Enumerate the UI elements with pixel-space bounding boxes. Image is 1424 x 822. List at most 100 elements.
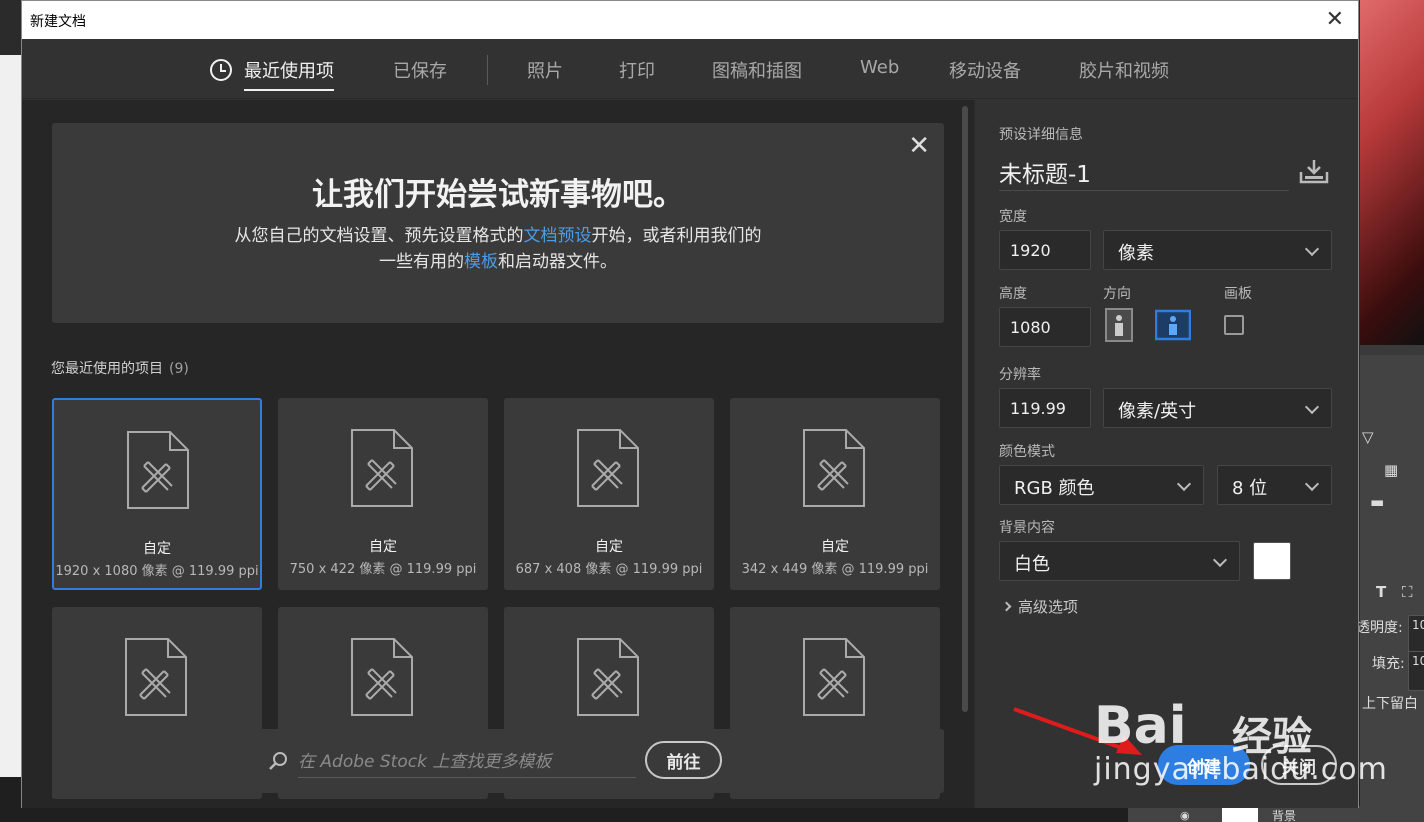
resolution-unit-select[interactable]: 像素/英寸	[1103, 388, 1332, 428]
document-preset-icon	[803, 429, 865, 507]
document-preset-icon	[351, 638, 413, 716]
recent-item-card[interactable]: 自定 342 x 449 像素 @ 119.99 ppi	[730, 398, 940, 590]
category-tabs: 最近使用项 已保存 照片 打印 图稿和插图 Web 移动设备 胶片和视频	[22, 39, 1358, 99]
resolution-unit-value: 像素/英寸	[1118, 401, 1197, 422]
gradient-swatch-icon[interactable]: ▬	[1370, 493, 1384, 511]
width-unit-select[interactable]: 像素	[1103, 230, 1332, 270]
tab-mobile[interactable]: 移动设备	[949, 57, 1021, 83]
preset-info: 750 x 422 像素 @ 119.99 ppi	[289, 562, 477, 577]
artboard-label: 画板	[1224, 286, 1252, 302]
chevron-down-icon	[1176, 476, 1192, 492]
preset-details-panel: 预设详细信息 未标题-1 宽度 1920 像素 高度 方向 画板 1080 分辨…	[974, 100, 1358, 808]
height-input[interactable]: 1080	[999, 307, 1091, 347]
document-presets-link[interactable]: 文档预设	[524, 226, 592, 246]
preset-name: 自定	[821, 539, 849, 555]
save-preset-icon[interactable]	[1299, 158, 1329, 184]
eye-icon[interactable]: ◉	[1180, 809, 1190, 822]
presets-area: ✕ 让我们开始尝试新事物吧。 从您自己的文档设置、预先设置格式的文档预设开始，或…	[22, 100, 974, 808]
banner-heading: 让我们开始尝试新事物吧。	[312, 177, 684, 213]
transform-icon[interactable]: ⛶	[1402, 583, 1413, 601]
background-contents-select[interactable]: 白色	[999, 541, 1240, 581]
chevron-down-icon	[1212, 552, 1228, 568]
text-tool-icon[interactable]: T	[1376, 583, 1386, 601]
orientation-label: 方向	[1103, 286, 1131, 302]
height-label: 高度	[999, 286, 1027, 302]
tab-recent[interactable]: 最近使用项	[244, 57, 334, 91]
new-document-dialog: 新建文档 ✕ 最近使用项 已保存 照片 打印 图稿和插图 Web 移动设备 胶片…	[21, 0, 1359, 808]
document-preset-icon	[577, 429, 639, 507]
landscape-orientation-icon[interactable]	[1155, 308, 1191, 342]
preset-name: 自定	[595, 539, 623, 555]
window-close-icon[interactable]: ✕	[1326, 7, 1344, 32]
background-contents-label: 背景内容	[999, 520, 1055, 536]
recent-item-card[interactable]: 自定 750 x 422 像素 @ 119.99 ppi	[278, 398, 488, 590]
layer-name: 背景	[1272, 809, 1297, 822]
stock-search-bar: 前往	[52, 729, 944, 793]
background-layer-row[interactable]: ◉ 背景	[1128, 806, 1360, 822]
banner-text: 和启动器文件。	[498, 252, 617, 272]
search-icon	[269, 752, 287, 770]
tab-saved[interactable]: 已保存	[393, 57, 447, 83]
window-title: 新建文档	[30, 14, 86, 30]
banner-text: 一些有用的	[379, 252, 464, 272]
document-preset-icon	[125, 638, 187, 716]
clock-icon	[210, 59, 232, 81]
width-input[interactable]: 1920	[999, 230, 1091, 270]
advanced-options-label: 高级选项	[1018, 598, 1079, 616]
background-app-left-strip	[0, 55, 21, 777]
opacity-field[interactable]: 10	[1408, 615, 1424, 655]
recent-count: (9)	[169, 361, 189, 377]
chevron-down-icon	[1304, 476, 1320, 492]
preset-details-label: 预设详细信息	[999, 127, 1083, 143]
go-button[interactable]: 前往	[645, 741, 722, 779]
banner-close-icon[interactable]: ✕	[908, 131, 930, 161]
banner-description: 从您自己的文档设置、预先设置格式的文档预设开始，或者利用我们的 一些有用的模板和…	[52, 223, 944, 275]
background-contents-value: 白色	[1014, 554, 1050, 575]
preset-name: 自定	[143, 541, 171, 557]
tab-print[interactable]: 打印	[619, 57, 655, 83]
chevron-down-icon	[1304, 241, 1320, 257]
background-app-right-panel: ▽ ▦ ▬ T ⛶ 透明度: 10 填充: 10 上下留白	[1356, 0, 1424, 822]
title-bar: 新建文档 ✕	[22, 1, 1358, 39]
active-tab-underline	[244, 89, 334, 91]
document-name-input[interactable]: 未标题-1	[999, 155, 1289, 191]
width-unit-value: 像素	[1118, 243, 1154, 264]
document-preset-icon	[803, 638, 865, 716]
tab-web[interactable]: Web	[860, 57, 899, 78]
fill-field[interactable]: 10	[1408, 651, 1424, 691]
document-preset-icon	[577, 638, 639, 716]
recent-items-heading: 您最近使用的项目 (9)	[51, 358, 189, 378]
create-button[interactable]: 创建	[1158, 745, 1250, 785]
resolution-input[interactable]: 119.99	[999, 388, 1091, 428]
portrait-orientation-icon[interactable]	[1105, 308, 1133, 342]
preset-name: 自定	[369, 539, 397, 555]
close-button[interactable]: 关闭	[1261, 745, 1337, 785]
tab-recent-label: 最近使用项	[244, 61, 334, 82]
resolution-label: 分辨率	[999, 367, 1041, 383]
tab-art-illustration[interactable]: 图稿和插图	[712, 57, 802, 83]
triangle-tool-icon[interactable]: ▽	[1362, 428, 1374, 446]
recent-item-card[interactable]: 自定 1920 x 1080 像素 @ 119.99 ppi	[52, 398, 262, 590]
color-picker-gradient	[1360, 0, 1424, 345]
bit-depth-select[interactable]: 8 位	[1217, 465, 1332, 505]
grid-icon[interactable]: ▦	[1384, 461, 1398, 479]
preset-info: 687 x 408 像素 @ 119.99 ppi	[515, 562, 703, 577]
tab-separator	[487, 55, 488, 85]
preset-info: 342 x 449 像素 @ 119.99 ppi	[741, 562, 929, 577]
document-preset-icon	[127, 431, 189, 509]
layer-thumbnail	[1222, 806, 1258, 822]
tab-photo[interactable]: 照片	[527, 57, 563, 83]
background-color-swatch[interactable]	[1253, 542, 1291, 580]
welcome-banner: ✕ 让我们开始尝试新事物吧。 从您自己的文档设置、预先设置格式的文档预设开始，或…	[52, 123, 944, 323]
artboard-checkbox[interactable]	[1224, 315, 1244, 335]
color-mode-select[interactable]: RGB 颜色	[999, 465, 1204, 505]
advanced-options-toggle[interactable]: 高级选项	[1001, 596, 1079, 617]
tab-film-video[interactable]: 胶片和视频	[1079, 57, 1169, 83]
fill-label: 填充:	[1372, 656, 1405, 672]
stock-search-input[interactable]	[298, 746, 636, 778]
presets-scrollbar[interactable]	[962, 106, 968, 712]
bit-depth-value: 8 位	[1232, 478, 1268, 499]
templates-link[interactable]: 模板	[464, 252, 498, 272]
color-mode-value: RGB 颜色	[1014, 478, 1095, 499]
recent-item-card[interactable]: 自定 687 x 408 像素 @ 119.99 ppi	[504, 398, 714, 590]
